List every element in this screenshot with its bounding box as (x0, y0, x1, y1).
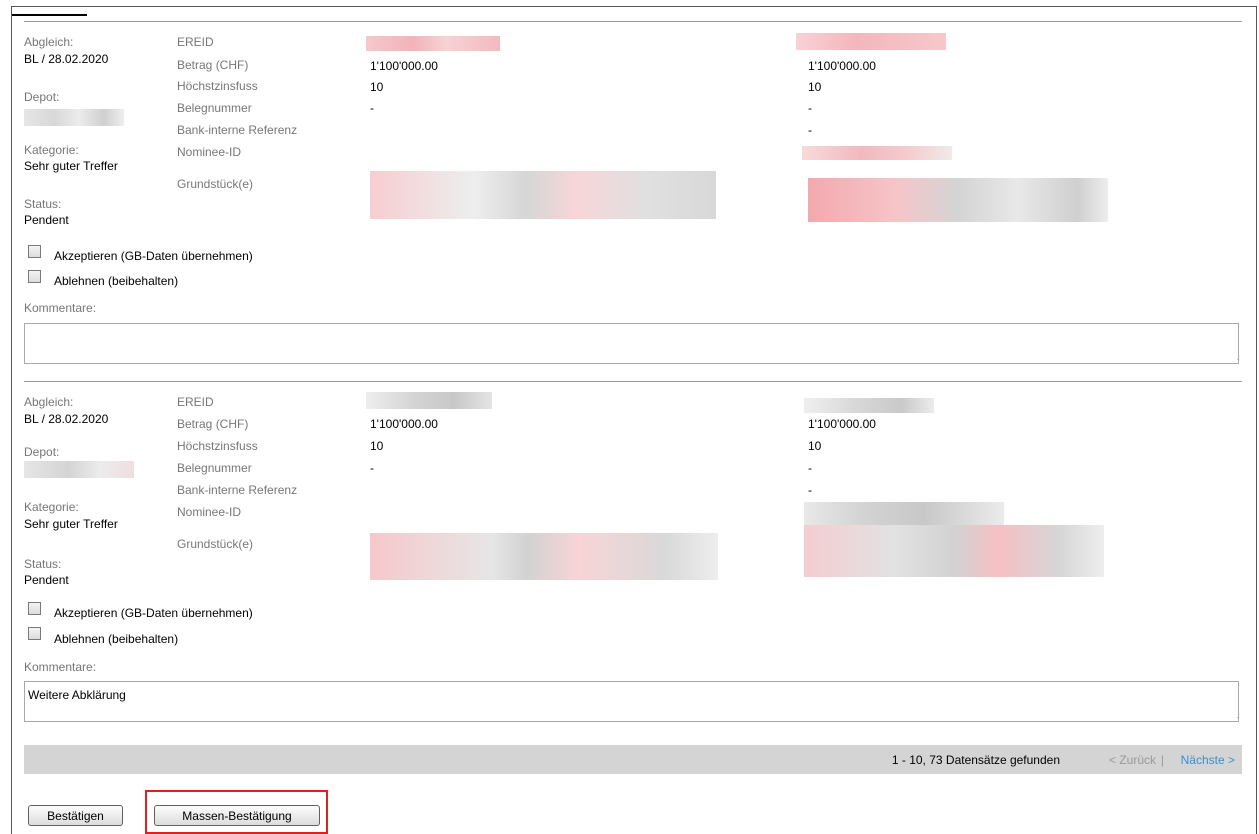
field-label-referenz: Bank-interne Referenz (177, 483, 298, 497)
kategorie-value: Sehr guter Treffer (24, 517, 118, 531)
pager-separator: | (1160, 753, 1164, 767)
field-label-hoechstzins: Höchstzinsfuss (177, 79, 258, 93)
zins-right: 10 (808, 439, 822, 453)
match-record-1: Abgleich: BL / 28.02.2020 Depot: Kategor… (24, 21, 1242, 366)
ereid-left-redacted (366, 36, 500, 51)
referenz-right: - (808, 123, 812, 137)
field-label-nominee: Nominee-ID (177, 505, 242, 519)
field-label-betrag: Betrag (CHF) (177, 417, 249, 431)
status-label: Status: (24, 557, 62, 571)
referenz-right: - (808, 483, 812, 497)
reject-checkbox[interactable] (28, 627, 41, 640)
beleg-left: - (370, 101, 374, 115)
confirm-button[interactable]: Bestätigen (28, 805, 123, 826)
beleg-right: - (808, 461, 812, 475)
betrag-right: 1'100'000.00 (808, 417, 876, 431)
status-value: Pendent (24, 213, 69, 227)
tab-underline (12, 7, 87, 16)
pagination-bar: 1 - 10, 73 Datensätze gefunden < Zurück … (24, 745, 1242, 774)
record-separator (24, 381, 1242, 382)
comment-textarea[interactable]: Weitere Abklärung (24, 681, 1239, 722)
field-label-referenz: Bank-interne Referenz (177, 123, 298, 137)
reject-checkbox-label[interactable]: Ablehnen (beibehalten) (54, 632, 178, 646)
prev-page-link[interactable]: < Zurück (1109, 753, 1156, 767)
status-value: Pendent (24, 573, 69, 587)
abgleich-label: Abgleich: (24, 395, 74, 409)
field-label-hoechstzins: Höchstzinsfuss (177, 439, 258, 453)
field-label-grundstueck: Grundstück(e) (177, 537, 254, 551)
depot-value-redacted (24, 109, 124, 126)
field-label-ereid: EREID (177, 395, 214, 409)
zins-left: 10 (370, 439, 384, 453)
field-label-ereid: EREID (177, 35, 214, 49)
next-page-link[interactable]: Nächste > (1181, 753, 1235, 767)
match-record-2: Abgleich: BL / 28.02.2020 Depot: Kategor… (24, 381, 1242, 726)
status-label: Status: (24, 197, 62, 211)
abgleich-value: BL / 28.02.2020 (24, 52, 109, 66)
zins-right: 10 (808, 80, 822, 94)
accept-checkbox[interactable] (28, 602, 41, 615)
beleg-left: - (370, 461, 374, 475)
grundstueck-left-redacted (370, 171, 716, 219)
abgleich-value: BL / 28.02.2020 (24, 412, 109, 426)
grundstueck-right-redacted (808, 178, 1108, 222)
accept-checkbox-label[interactable]: Akzeptieren (GB-Daten übernehmen) (54, 606, 253, 620)
beleg-right: - (808, 101, 812, 115)
betrag-left: 1'100'000.00 (370, 59, 438, 73)
betrag-left: 1'100'000.00 (370, 417, 438, 431)
ereid-left-redacted (366, 392, 492, 409)
depot-label: Depot: (24, 90, 60, 104)
betrag-right: 1'100'000.00 (808, 59, 876, 73)
accept-checkbox[interactable] (28, 245, 41, 258)
resize-grip-icon[interactable]: .: (1237, 353, 1241, 364)
kategorie-label: Kategorie: (24, 143, 79, 157)
result-count: 1 - 10, 73 Datensätze gefunden (891, 753, 1060, 767)
grundstueck-left-redacted (370, 533, 718, 580)
field-label-betrag: Betrag (CHF) (177, 58, 249, 72)
abgleich-label: Abgleich: (24, 35, 74, 49)
field-label-belegnummer: Belegnummer (177, 461, 252, 475)
reject-checkbox[interactable] (28, 270, 41, 283)
kategorie-label: Kategorie: (24, 500, 79, 514)
ereid-right-redacted (796, 33, 946, 50)
zins-left: 10 (370, 80, 384, 94)
resize-grip-icon[interactable]: .: (1237, 711, 1241, 724)
accept-checkbox-label[interactable]: Akzeptieren (GB-Daten übernehmen) (54, 249, 253, 263)
ereid-right-redacted (804, 398, 934, 413)
nominee-right-redacted (802, 146, 952, 160)
reject-checkbox-label[interactable]: Ablehnen (beibehalten) (54, 274, 178, 288)
field-label-nominee: Nominee-ID (177, 145, 242, 159)
comment-label: Kommentare: (24, 660, 97, 674)
annotation-highlight-box (145, 790, 328, 834)
depot-label: Depot: (24, 445, 60, 459)
comment-label: Kommentare: (24, 301, 97, 315)
field-label-grundstueck: Grundstück(e) (177, 177, 254, 191)
depot-value-redacted (24, 461, 134, 478)
grundstueck-right-redacted (804, 525, 1104, 577)
field-label-belegnummer: Belegnummer (177, 101, 252, 115)
record-separator (24, 21, 1242, 22)
comment-textarea[interactable] (24, 323, 1239, 364)
kategorie-value: Sehr guter Treffer (24, 159, 118, 173)
